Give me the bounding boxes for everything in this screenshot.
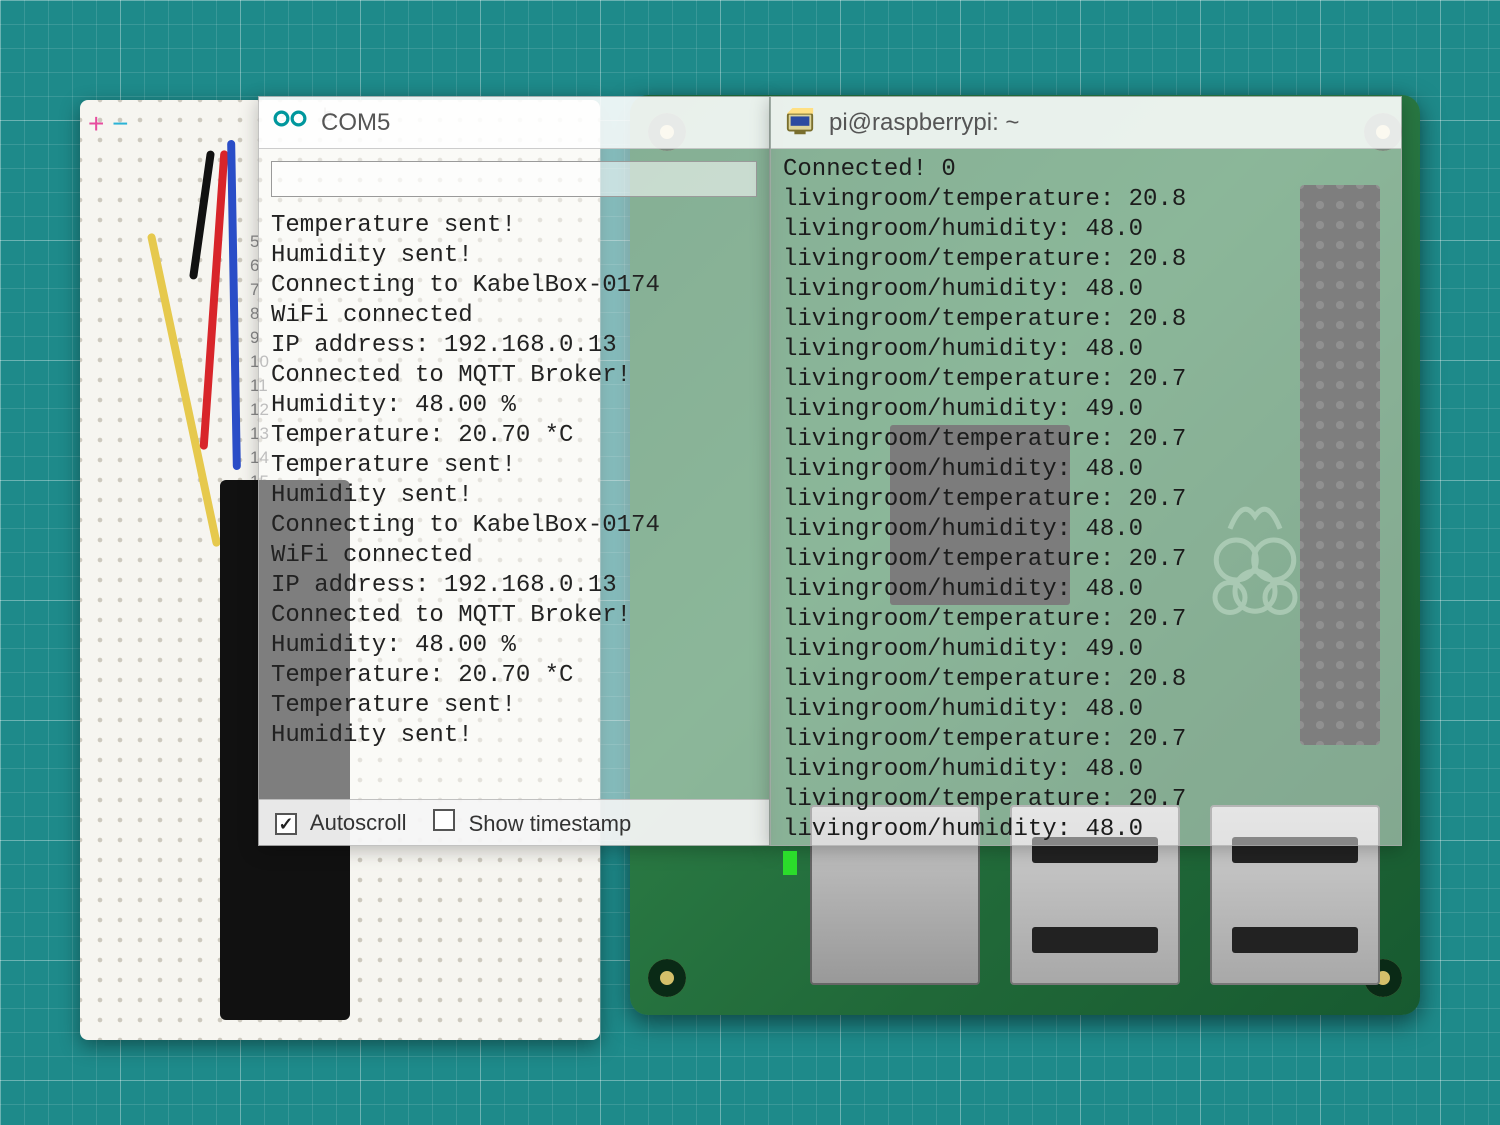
- terminal-line: livingroom/temperature: 20.7: [783, 365, 1389, 395]
- putty-titlebar[interactable]: pi@raspberrypi: ~: [771, 97, 1401, 149]
- arduino-titlebar[interactable]: COM5: [259, 97, 769, 149]
- terminal-line: livingroom/temperature: 20.7: [783, 605, 1389, 635]
- serial-output[interactable]: Temperature sent!Humidity sent!Connectin…: [259, 205, 769, 759]
- breadboard-rail-marks: + −: [88, 108, 129, 140]
- autoscroll-checkbox[interactable]: Autoscroll: [275, 810, 407, 836]
- arduino-window-title: COM5: [321, 109, 390, 137]
- serial-line: WiFi connected: [271, 541, 757, 571]
- checkbox-icon: [275, 813, 297, 835]
- serial-line: Connecting to KabelBox-0174: [271, 511, 757, 541]
- terminal-line: livingroom/temperature: 20.7: [783, 485, 1389, 515]
- serial-line: Temperature sent!: [271, 211, 757, 241]
- terminal-line: livingroom/humidity: 48.0: [783, 335, 1389, 365]
- serial-line: Temperature sent!: [271, 451, 757, 481]
- putty-logo-icon: [785, 108, 815, 138]
- checkbox-icon: [433, 809, 455, 831]
- serial-line: Humidity: 48.00 %: [271, 631, 757, 661]
- terminal-line: livingroom/temperature: 20.7: [783, 785, 1389, 815]
- show-timestamp-label: Show timestamp: [469, 811, 632, 836]
- terminal-line: livingroom/humidity: 48.0: [783, 755, 1389, 785]
- arduino-logo-icon: [273, 106, 307, 140]
- terminal-line: livingroom/humidity: 48.0: [783, 455, 1389, 485]
- serial-line: Connected to MQTT Broker!: [271, 601, 757, 631]
- terminal-line: livingroom/temperature: 20.8: [783, 305, 1389, 335]
- serial-line: Temperature sent!: [271, 691, 757, 721]
- serial-line: Connecting to KabelBox-0174: [271, 271, 757, 301]
- putty-window-title: pi@raspberrypi: ~: [829, 109, 1019, 137]
- serial-line: Temperature: 20.70 *C: [271, 421, 757, 451]
- terminal-line: livingroom/temperature: 20.7: [783, 725, 1389, 755]
- serial-line: Humidity: 48.00 %: [271, 391, 757, 421]
- putty-terminal-window: pi@raspberrypi: ~ Connected! 0livingroom…: [770, 96, 1402, 846]
- serial-line: Humidity sent!: [271, 481, 757, 511]
- terminal-line: livingroom/humidity: 48.0: [783, 215, 1389, 245]
- terminal-line: livingroom/temperature: 20.8: [783, 665, 1389, 695]
- serial-line: WiFi connected: [271, 301, 757, 331]
- terminal-line: Connected! 0: [783, 155, 1389, 185]
- serial-line: IP address: 192.168.0.13: [271, 331, 757, 361]
- terminal-cursor-icon: [783, 851, 797, 875]
- autoscroll-label: Autoscroll: [310, 810, 407, 835]
- terminal-line: livingroom/humidity: 48.0: [783, 695, 1389, 725]
- terminal-output[interactable]: Connected! 0livingroom/temperature: 20.8…: [771, 149, 1401, 883]
- terminal-line: livingroom/humidity: 48.0: [783, 275, 1389, 305]
- serial-footer: Autoscroll Show timestamp: [259, 799, 769, 845]
- serial-line: Humidity sent!: [271, 721, 757, 751]
- terminal-line: livingroom/temperature: 20.8: [783, 185, 1389, 215]
- serial-line: Connected to MQTT Broker!: [271, 361, 757, 391]
- terminal-line: livingroom/humidity: 49.0: [783, 635, 1389, 665]
- terminal-line: livingroom/humidity: 49.0: [783, 395, 1389, 425]
- terminal-line: livingroom/humidity: 48.0: [783, 515, 1389, 545]
- serial-line: Temperature: 20.70 *C: [271, 661, 757, 691]
- terminal-line: livingroom/temperature: 20.7: [783, 425, 1389, 455]
- terminal-line: livingroom/humidity: 48.0: [783, 815, 1389, 845]
- arduino-serial-monitor-window: COM5 Temperature sent!Humidity sent!Conn…: [258, 96, 770, 846]
- terminal-line: livingroom/humidity: 48.0: [783, 575, 1389, 605]
- serial-send-input[interactable]: [271, 161, 757, 197]
- terminal-line: livingroom/temperature: 20.8: [783, 245, 1389, 275]
- show-timestamp-checkbox[interactable]: Show timestamp: [433, 809, 632, 837]
- serial-line: Humidity sent!: [271, 241, 757, 271]
- serial-line: IP address: 192.168.0.13: [271, 571, 757, 601]
- terminal-line: livingroom/temperature: 20.7: [783, 545, 1389, 575]
